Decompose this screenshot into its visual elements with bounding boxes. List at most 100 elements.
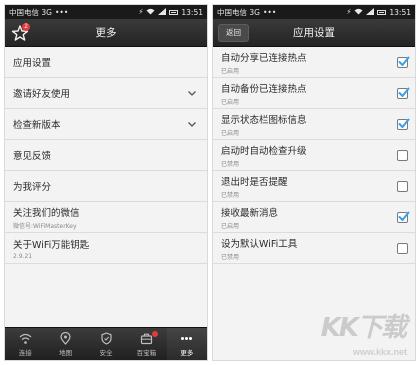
wifi-signal-icon	[146, 8, 155, 17]
battery-icon	[169, 9, 179, 15]
chevron-down-icon	[188, 122, 196, 127]
setting-row[interactable]: 自动分享已连接热点已启用	[213, 47, 415, 78]
setting-row[interactable]: 启动时自动检查升级已禁用	[213, 140, 415, 171]
page-title: 应用设置	[293, 27, 335, 39]
tab-connect[interactable]: 连接	[5, 328, 45, 360]
tab-toolbox[interactable]: 百宝箱	[126, 328, 166, 360]
shield-icon	[100, 331, 112, 345]
more-dots-icon	[181, 336, 193, 340]
battery-icon	[377, 9, 387, 15]
back-button[interactable]: 返回	[218, 24, 249, 42]
clock: 13:51	[181, 7, 203, 17]
tab-security[interactable]: 安全	[86, 328, 126, 360]
tab-label: 安全	[99, 348, 113, 357]
watermark-logo: KK下载	[320, 313, 407, 343]
setting-status: 已启用	[221, 129, 240, 137]
tab-label: 连接	[18, 348, 32, 357]
more-screen: 中国电信 3G ••• ⚡ 13:51 2 更多 应用设置 邀请好友使用 检查新…	[4, 4, 208, 361]
checkmark-icon	[398, 118, 410, 128]
clock: 13:51	[389, 7, 411, 17]
cell-signal-icon	[158, 7, 167, 17]
menu-item-about[interactable]: 关于WiFi万能钥匙 2.9.21	[5, 233, 207, 264]
menu-item-rate-app[interactable]: 为我评分	[5, 171, 207, 202]
setting-status: 已启用	[221, 98, 240, 106]
setting-status: 已禁用	[221, 253, 240, 261]
setting-label: 接收最新消息	[221, 207, 279, 219]
checkbox-unchecked[interactable]	[397, 180, 408, 192]
menu-item-label: 应用设置	[13, 58, 52, 69]
carrier-label: 中国电信 3G	[9, 7, 52, 17]
menu-item-check-update[interactable]: 检查新版本	[5, 109, 207, 140]
carrier-label: 中国电信 3G	[217, 7, 260, 17]
setting-status: 已启用	[221, 67, 240, 75]
status-bar: 中国电信 3G ••• ⚡ 13:51	[213, 5, 415, 19]
tab-label: 更多	[180, 348, 194, 357]
wifi-icon	[19, 333, 32, 344]
new-content-dot	[151, 331, 158, 337]
cell-signal-icon	[366, 7, 375, 17]
setting-label: 自动备份已连接热点	[221, 83, 307, 95]
setting-text: 自动备份已连接热点已启用	[221, 81, 307, 106]
setting-row[interactable]: 自动备份已连接热点已启用	[213, 78, 415, 109]
bottom-tab-bar: 连接 地图 安全 百宝箱 更多	[5, 327, 207, 360]
setting-label: 自动分享已连接热点	[221, 52, 307, 64]
menu-item-label: 检查新版本	[13, 120, 61, 131]
settings-list: 自动分享已连接热点 已启用 自动备份已连接热点 已启用 显示状态栏图标信息 已启用 启动时自…	[213, 47, 415, 264]
menu-item-app-settings[interactable]: 应用设置	[5, 47, 207, 78]
setting-label: 启动时自动检查升级	[221, 145, 307, 157]
setting-text: 显示状态栏图标信息已启用	[221, 112, 307, 137]
menu-item-label: 意见反馈	[13, 151, 52, 162]
setting-row[interactable]: 显示状态栏图标信息已启用	[213, 109, 415, 140]
tab-map[interactable]: 地图	[45, 328, 85, 360]
setting-text: 退出时是否提醒已禁用	[221, 174, 288, 199]
site-watermark: KK下载 www.kkx.net	[293, 307, 409, 357]
setting-label: 设为默认WiFi工具	[221, 238, 298, 250]
checkbox-checked[interactable]	[397, 211, 410, 223]
checkmark-icon	[398, 87, 410, 97]
menu-item-invite-friends[interactable]: 邀请好友使用	[5, 78, 207, 109]
setting-status: 已禁用	[221, 160, 240, 168]
favorites-button[interactable]: 2	[11, 23, 30, 42]
version-number: 2.9.21	[13, 252, 33, 260]
title-bar: 返回 应用设置	[213, 19, 415, 47]
chevron-down-icon	[188, 91, 196, 96]
setting-status: 已启用	[221, 222, 240, 230]
setting-text: 自动分享已连接热点已启用	[221, 50, 307, 75]
tab-label: 地图	[59, 348, 73, 357]
wechat-id: 微信号:WiFiMasterKey	[13, 222, 77, 230]
checkmark-icon	[398, 211, 410, 221]
notification-dots: •••	[262, 7, 277, 17]
setting-status: 已禁用	[221, 191, 240, 199]
menu-item-label: 关注我们的微信	[13, 207, 80, 219]
title-bar: 2 更多	[5, 19, 207, 47]
menu-item-label: 邀请好友使用	[13, 89, 71, 100]
checkmark-icon	[398, 56, 410, 66]
checkbox-checked[interactable]	[397, 87, 410, 99]
setting-label: 退出时是否提醒	[221, 176, 288, 188]
setting-label: 显示状态栏图标信息	[221, 114, 307, 126]
menu-item-label: 为我评分	[13, 182, 52, 193]
notification-dots: •••	[54, 7, 69, 17]
more-menu: 应用设置 邀请好友使用 检查新版本 意见反馈 为我评分 关注我们的微信 微信号:…	[5, 47, 207, 264]
checkbox-checked[interactable]	[397, 56, 410, 68]
usb-icon: ⚡	[138, 7, 144, 16]
wifi-signal-icon	[354, 8, 363, 17]
setting-text: 启动时自动检查升级已禁用	[221, 143, 307, 168]
menu-item-follow-wechat[interactable]: 关注我们的微信 微信号:WiFiMasterKey	[5, 202, 207, 233]
menu-item-label: 关于WiFi万能钥匙	[13, 239, 90, 251]
watermark-url: www.kkx.net	[352, 347, 407, 357]
map-pin-icon	[60, 331, 71, 345]
status-bar: 中国电信 3G ••• ⚡ 13:51	[5, 5, 207, 19]
tab-label: 百宝箱	[136, 348, 157, 357]
notification-badge: 2	[22, 23, 30, 31]
setting-row[interactable]: 退出时是否提醒已禁用	[213, 171, 415, 202]
setting-text: 接收最新消息 已启用	[221, 205, 278, 230]
menu-item-feedback[interactable]: 意见反馈	[5, 140, 207, 171]
checkbox-checked[interactable]	[397, 118, 410, 130]
setting-row[interactable]: 设为默认WiFi工具已禁用	[213, 233, 415, 264]
setting-row[interactable]: 接收最新消息 已启用	[213, 202, 415, 233]
checkbox-unchecked[interactable]	[397, 149, 408, 161]
usb-icon: ⚡	[346, 7, 352, 16]
tab-more[interactable]: 更多	[166, 328, 207, 360]
checkbox-unchecked[interactable]	[397, 242, 408, 254]
